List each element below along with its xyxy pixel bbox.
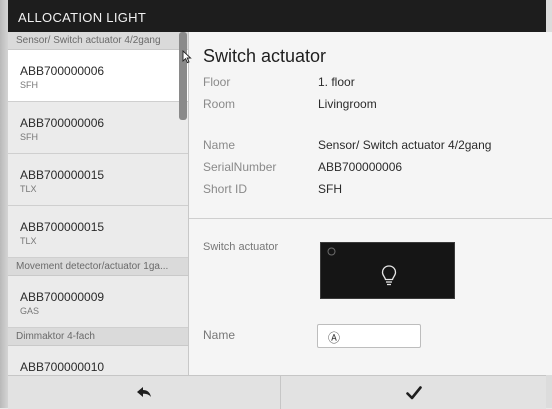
device-list-item[interactable]: ABB700000009 GAS <box>8 276 188 328</box>
device-list-item[interactable]: ABB700000015 TLX <box>8 206 188 258</box>
switch-actuator-label: Switch actuator <box>203 241 279 253</box>
device-id: ABB700000006 <box>20 116 105 130</box>
window-title: ALLOCATION LIGHT <box>8 0 546 32</box>
device-list-item[interactable]: ABB700000006 SFH <box>8 50 188 102</box>
device-list-item[interactable]: ABB700000010 <box>8 346 188 375</box>
name-symbol-icon: Ⓐ <box>328 331 341 345</box>
floor-value: 1. floor <box>318 75 355 89</box>
confirm-button[interactable] <box>281 376 546 409</box>
section-divider <box>189 218 552 219</box>
device-list-item[interactable]: ABB700000015 TLX <box>8 154 188 206</box>
shortid-value: SFH <box>318 182 342 196</box>
small-device-icon <box>327 247 336 256</box>
serial-label: SerialNumber <box>203 160 277 174</box>
device-details: Switch actuator Floor 1. floor Room Livi… <box>189 32 552 375</box>
room-value: Livingroom <box>318 97 377 111</box>
group-header: Sensor/ Switch actuator 4/2gang <box>8 32 188 50</box>
serial-value: ABB700000006 <box>318 160 403 174</box>
floor-label: Floor <box>203 75 231 89</box>
sidebar-scrollbar[interactable] <box>179 32 187 120</box>
left-edge <box>0 0 8 408</box>
group-header: Dimmaktor 4-fach <box>8 328 188 346</box>
checkmark-icon <box>405 385 422 399</box>
device-list[interactable]: Sensor/ Switch actuator 4/2gang ABB700000… <box>8 32 189 375</box>
details-title: Switch actuator <box>203 46 327 66</box>
device-id: ABB700000006 <box>20 64 105 78</box>
switch-actuator-tile[interactable] <box>320 242 455 299</box>
device-id: ABB700000015 <box>20 168 105 182</box>
device-id: ABB700000010 <box>20 360 105 374</box>
device-shortid: GAS <box>20 306 40 316</box>
device-id: ABB700000015 <box>20 220 105 234</box>
device-shortid: SFH <box>20 132 38 142</box>
name-value: Sensor/ Switch actuator 4/2gang <box>318 138 492 152</box>
name-label: Name <box>203 138 236 152</box>
back-button[interactable] <box>8 376 281 409</box>
back-arrow-icon <box>137 386 151 397</box>
room-label: Room <box>203 97 236 111</box>
config-name-label: Name <box>203 328 236 342</box>
device-shortid: TLX <box>20 184 37 194</box>
mouse-cursor-icon <box>182 50 192 64</box>
device-id: ABB700000009 <box>20 290 105 304</box>
device-list-item[interactable]: ABB700000006 SFH <box>8 102 188 154</box>
name-input[interactable]: Ⓐ <box>317 324 421 348</box>
shortid-label: Short ID <box>203 182 248 196</box>
light-bulb-icon <box>381 265 397 286</box>
bottom-bar <box>8 375 546 409</box>
device-shortid: TLX <box>20 236 37 246</box>
group-header: Movement detector/actuator 1ga... <box>8 258 188 276</box>
device-shortid: SFH <box>20 80 38 90</box>
